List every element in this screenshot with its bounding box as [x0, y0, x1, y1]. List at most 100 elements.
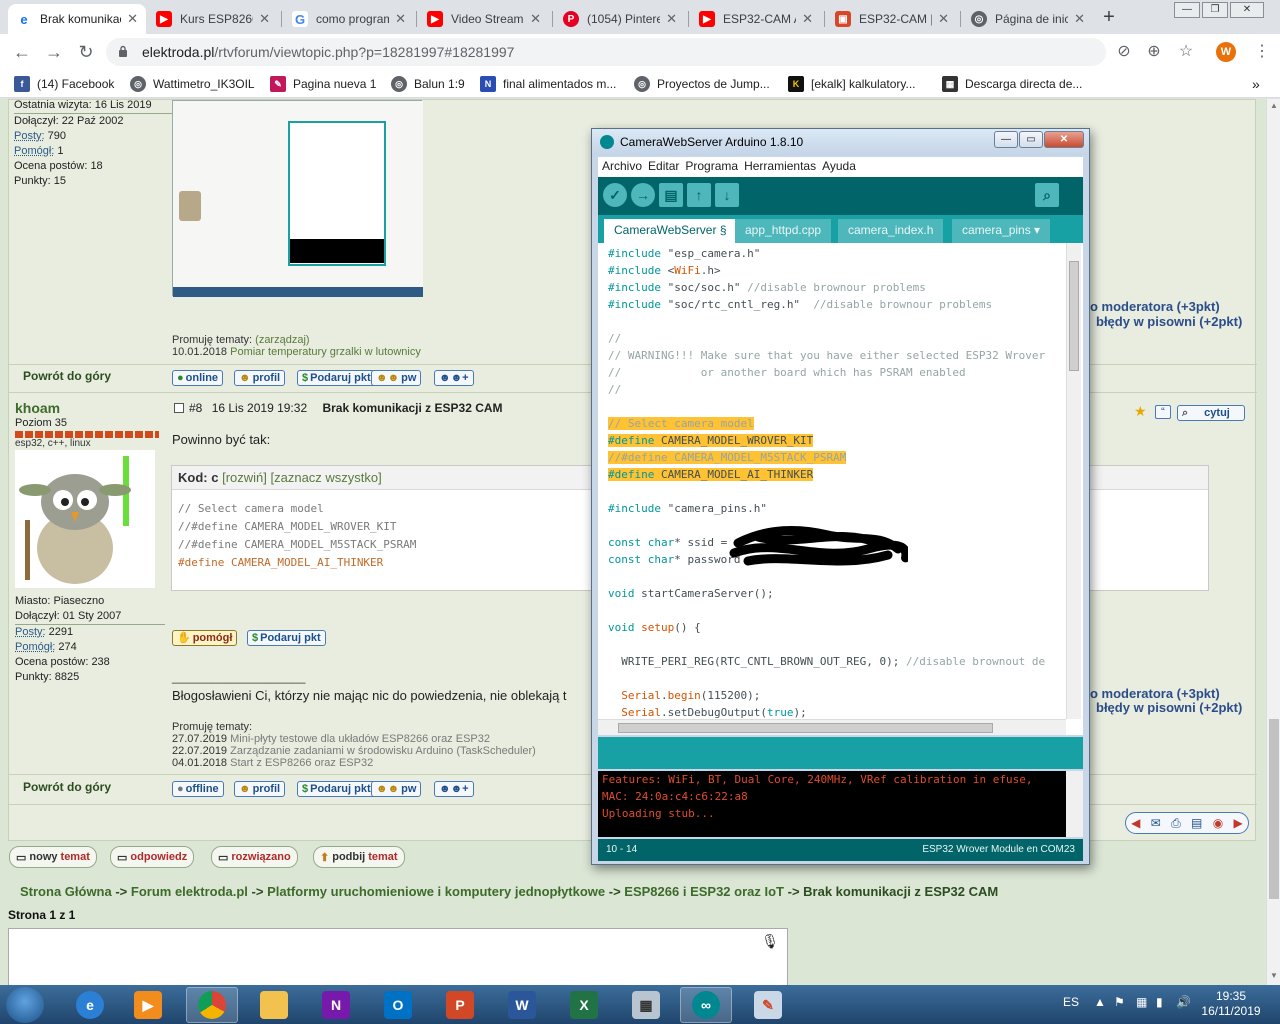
close-icon[interactable]: ✕ — [938, 11, 949, 27]
browser-tab[interactable]: G como programar ✕ — [284, 4, 414, 34]
quote-button[interactable]: ⌕ cytuj — [1177, 405, 1245, 421]
browser-tab[interactable]: ▶ ESP32-CAM Arduino ✕ — [691, 4, 821, 34]
label[interactable]: Posty: — [15, 626, 46, 638]
report-typos-link[interactable]: błędy w pisowni (+2pkt) — [1096, 314, 1242, 329]
taskbar-outlook[interactable]: O — [372, 987, 424, 1023]
gift-points-button[interactable]: $ Podaruj pkt — [297, 781, 376, 797]
add-icon[interactable]: ⊕ — [1144, 42, 1164, 62]
post-screenshot-thumbnail[interactable] — [172, 100, 423, 297]
breadcrumb-item[interactable]: ESP8266 i ESP32 oraz IoT — [624, 884, 784, 899]
start-button[interactable] — [6, 987, 44, 1023]
blocked-popup-icon[interactable]: ⊘ — [1114, 42, 1134, 62]
label[interactable]: Pomógł: — [15, 641, 55, 653]
profile-button[interactable]: ☻ profil — [234, 370, 286, 386]
close-window-button[interactable]: ✕ — [1044, 131, 1084, 148]
back-to-top-link[interactable]: Powrót do góry — [23, 369, 111, 383]
solved-button[interactable]: ▭ rozwiązano — [211, 846, 298, 868]
browser-tab[interactable]: ◎ Página de inicio ✕ — [963, 4, 1093, 34]
breadcrumb-item[interactable]: Strona Główna — [20, 884, 112, 899]
browser-tab-active[interactable]: e Brak komunikacji z ESP32 CAM ✕ — [8, 4, 146, 34]
quote-icon[interactable]: “ — [1155, 405, 1171, 419]
language-indicator[interactable]: ES — [1063, 995, 1079, 1009]
next-icon[interactable]: ▶ — [1234, 816, 1243, 830]
editor-tab-camera-index[interactable]: camera_index.h — [838, 219, 944, 243]
star-icon[interactable]: ★ — [1134, 403, 1147, 420]
close-icon[interactable]: ✕ — [395, 11, 406, 27]
scroll-up-arrow[interactable]: ▲ — [1270, 101, 1278, 110]
close-icon[interactable]: ✕ — [127, 11, 138, 27]
arduino-titlebar[interactable]: CameraWebServer Arduino 1.8.10 — ▭ ✕ — [592, 129, 1089, 155]
browser-tab[interactable]: ▶ Video Streaming ✕ — [419, 4, 549, 34]
profile-avatar[interactable]: W — [1216, 42, 1236, 62]
post2-author-name[interactable]: khoam — [15, 400, 60, 416]
promo-topic-link[interactable]: Mini-płyty testowe dla układów ESP8266 o… — [230, 733, 490, 745]
scroll-thumb[interactable] — [1069, 261, 1079, 371]
previous-icon[interactable]: ◀ — [1131, 816, 1140, 830]
taskbar-excel[interactable]: X — [558, 987, 610, 1023]
flag-icon[interactable]: ⚑ — [1114, 995, 1125, 1009]
microphone-icon[interactable]: 🎙 — [761, 933, 779, 950]
scroll-down-arrow[interactable]: ▼ — [1270, 971, 1278, 980]
report-moderator-link[interactable]: o moderatora (+3pkt) — [1090, 686, 1220, 701]
chevron-up-icon[interactable]: ▲ — [1094, 995, 1106, 1009]
taskbar-clock[interactable]: 19:35 16/11/2019 — [1196, 989, 1266, 1019]
add-friend-button[interactable]: ☻☻+ — [434, 781, 474, 797]
watch-icon[interactable]: ◉ — [1213, 816, 1223, 830]
menu-herramientas[interactable]: Herramientas — [744, 159, 816, 175]
gift-points-button[interactable]: $ Podaruj pkt — [247, 630, 326, 646]
address-bar[interactable]: elektroda.pl/rtvforum/viewtopic.php?p=18… — [106, 38, 1106, 66]
expand-link[interactable]: [rozwiń] — [222, 470, 267, 485]
upload-icon[interactable]: → — [631, 183, 655, 207]
taskbar-powerpoint[interactable]: P — [434, 987, 486, 1023]
new-topic-button[interactable]: ▭ nowy temat — [9, 846, 97, 868]
taskbar-arduino[interactable]: ∞ — [680, 987, 732, 1023]
select-all-link[interactable]: [zaznacz wszystko] — [271, 470, 382, 485]
private-message-button[interactable]: ☻☻ pw — [371, 370, 422, 386]
scroll-thumb[interactable] — [1269, 719, 1279, 899]
promo-manage-link[interactable]: (zarządzaj) — [255, 334, 309, 346]
report-moderator-link[interactable]: o moderatora (+3pkt) — [1090, 299, 1220, 314]
editor-horizontal-scrollbar[interactable] — [598, 719, 1066, 735]
menu-archivo[interactable]: Archivo — [602, 159, 642, 175]
gift-points-button[interactable]: $ Podaruj pkt — [297, 370, 376, 386]
promo-topic-link[interactable]: Zarządzanie zadaniami w środowisku Ardui… — [230, 745, 536, 757]
battery-icon[interactable]: ▮ — [1156, 995, 1163, 1009]
bump-topic-button[interactable]: ⬆ podbij temat — [313, 846, 405, 868]
menu-editar[interactable]: Editar — [648, 159, 679, 175]
bookmark-item[interactable]: K [ekalk] kalkulatory... — [788, 75, 915, 93]
browser-tab[interactable]: ▶ Kurs ESP8266 ✕ — [148, 4, 278, 34]
post-number[interactable]: #8 — [189, 401, 202, 415]
close-icon[interactable]: ✕ — [259, 11, 270, 27]
back-button[interactable]: ← — [12, 42, 32, 62]
more-bookmarks-icon[interactable]: » — [1252, 75, 1260, 93]
forward-button[interactable]: → — [44, 42, 64, 62]
bookmark-item[interactable]: ◎ Balun 1:9 — [391, 75, 465, 93]
menu-ayuda[interactable]: Ayuda — [822, 159, 856, 175]
editor-tab-camera-pins[interactable]: camera_pins ▾ — [952, 219, 1051, 243]
code-editor[interactable]: #include "esp_camera.h" #include <WiFi.h… — [598, 243, 1083, 735]
offline-button[interactable]: ● offline — [172, 781, 224, 797]
editor-tab-camerawebserver[interactable]: CameraWebServer § — [604, 219, 737, 243]
scroll-thumb[interactable] — [618, 723, 993, 733]
console-scrollbar[interactable] — [1066, 771, 1083, 837]
taskbar-word[interactable]: W — [496, 987, 548, 1023]
serial-monitor-icon[interactable]: ⌕ — [1035, 183, 1059, 207]
online-button[interactable]: ● online — [172, 370, 224, 386]
new-file-icon[interactable]: ▤ — [659, 183, 683, 207]
minimize-button[interactable]: — — [994, 131, 1018, 148]
promo-topic-link[interactable]: Start z ESP8266 oraz ESP32 — [230, 757, 373, 769]
bookmark-item[interactable]: Nfinal alimentados m... — [480, 75, 616, 93]
breadcrumb-item[interactable]: Platformy uruchomieniowe i komputery jed… — [267, 884, 605, 899]
verify-icon[interactable]: ✓ — [603, 183, 627, 207]
promo-topic-link[interactable]: Pomiar temperatury grzalki w lutownicy — [230, 346, 421, 358]
menu-icon[interactable]: ⋮ — [1252, 42, 1272, 62]
editor-tab-app-httpd[interactable]: app_httpd.cpp — [735, 219, 832, 243]
close-icon[interactable]: ✕ — [802, 11, 813, 27]
taskbar-ie[interactable]: e — [64, 987, 116, 1023]
new-tab-button[interactable]: + — [1096, 6, 1122, 30]
quick-reply-input[interactable]: 🎙 — [8, 928, 788, 985]
report-typos-link[interactable]: błędy w pisowni (+2pkt) — [1096, 700, 1242, 715]
label[interactable]: Pomógł: — [14, 145, 54, 157]
taskbar-calculator[interactable]: ▦ — [620, 987, 672, 1023]
save-file-icon[interactable]: ↓ — [715, 183, 739, 207]
